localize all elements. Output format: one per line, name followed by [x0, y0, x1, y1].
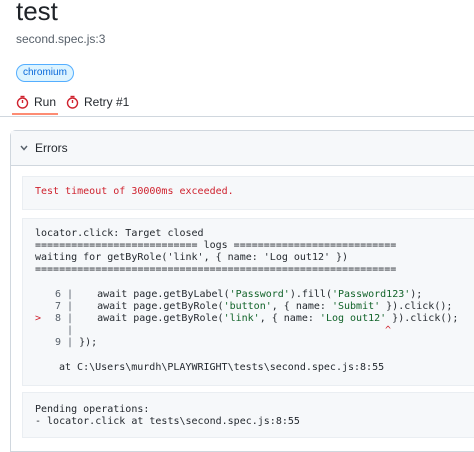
string-literal: 'Submit'	[331, 301, 381, 312]
code-row: 6 | await page.getByLabel('Password').fi…	[35, 289, 422, 300]
code-text: }).click();	[386, 313, 459, 324]
code-text: await page.getByLabel(	[73, 289, 230, 300]
code-text: ).fill(	[289, 289, 332, 300]
stopwatch-icon	[66, 95, 79, 109]
project-badge[interactable]: chromium	[16, 64, 74, 82]
error-message-box: Test timeout of 30000ms exceeded.	[22, 176, 474, 210]
code-text: await page.getByRole(	[73, 313, 224, 324]
stack-location: at C:\Users\murdh\PLAYWRIGHT\tests\secon…	[59, 362, 385, 373]
tab-retry[interactable]: Retry #1	[66, 90, 129, 114]
code-row-highlighted: >8 | await page.getByRole('link', { name…	[35, 313, 458, 324]
tab-run[interactable]: Run	[16, 90, 56, 114]
code-text: });	[73, 337, 98, 348]
test-location: second.spec.js:3	[16, 32, 106, 46]
pending-title: Pending operations:	[35, 404, 150, 415]
line-number: 7	[54, 301, 61, 312]
code-text: }).click();	[380, 301, 453, 312]
log-line: locator.click: Target closed	[35, 228, 204, 239]
tab-run-label: Run	[34, 95, 57, 109]
error-line-marker: >	[35, 313, 42, 324]
chevron-down-icon	[20, 145, 28, 151]
active-tab-indicator	[12, 113, 58, 115]
error-log-box: locator.click: Target closed ===========…	[22, 218, 474, 386]
string-literal: 'Password'	[229, 289, 290, 300]
gutter-bar: |	[67, 325, 74, 336]
code-text: );	[410, 289, 423, 300]
caret-row: |	[35, 325, 73, 336]
string-literal: 'Log out12'	[319, 313, 387, 324]
line-number: 6	[54, 289, 61, 300]
tab-retry-label: Retry #1	[84, 95, 130, 109]
line-number: 8	[54, 313, 61, 324]
tab-bar: Run Retry #1	[0, 86, 474, 117]
timeout-message: Test timeout of 30000ms exceeded.	[35, 186, 234, 197]
log-line: =========================== logs =======…	[35, 240, 397, 251]
string-literal: 'Password123'	[331, 289, 411, 300]
code-row: 7 | await page.getByRole('button', { nam…	[35, 301, 452, 312]
pending-operations-box: Pending operations: - locator.click at t…	[22, 392, 474, 438]
stopwatch-icon	[16, 95, 29, 109]
code-text: , { name:	[259, 313, 320, 324]
line-number: 9	[54, 337, 61, 348]
errors-title: Errors	[35, 141, 68, 155]
log-line: ========================================…	[35, 264, 397, 275]
string-literal: 'link'	[223, 313, 260, 324]
log-line: waiting for getByRole('link', { name: 'L…	[35, 252, 349, 263]
pending-item: - locator.click at tests\second.spec.js:…	[35, 416, 300, 427]
page-title: test	[16, 0, 58, 26]
code-text: , { name:	[271, 301, 332, 312]
error-caret: ^	[385, 325, 392, 336]
errors-header[interactable]: Errors	[11, 131, 474, 166]
code-row: 9 | });	[35, 337, 97, 348]
code-text: await page.getByRole(	[73, 301, 224, 312]
string-literal: 'button'	[223, 301, 272, 312]
